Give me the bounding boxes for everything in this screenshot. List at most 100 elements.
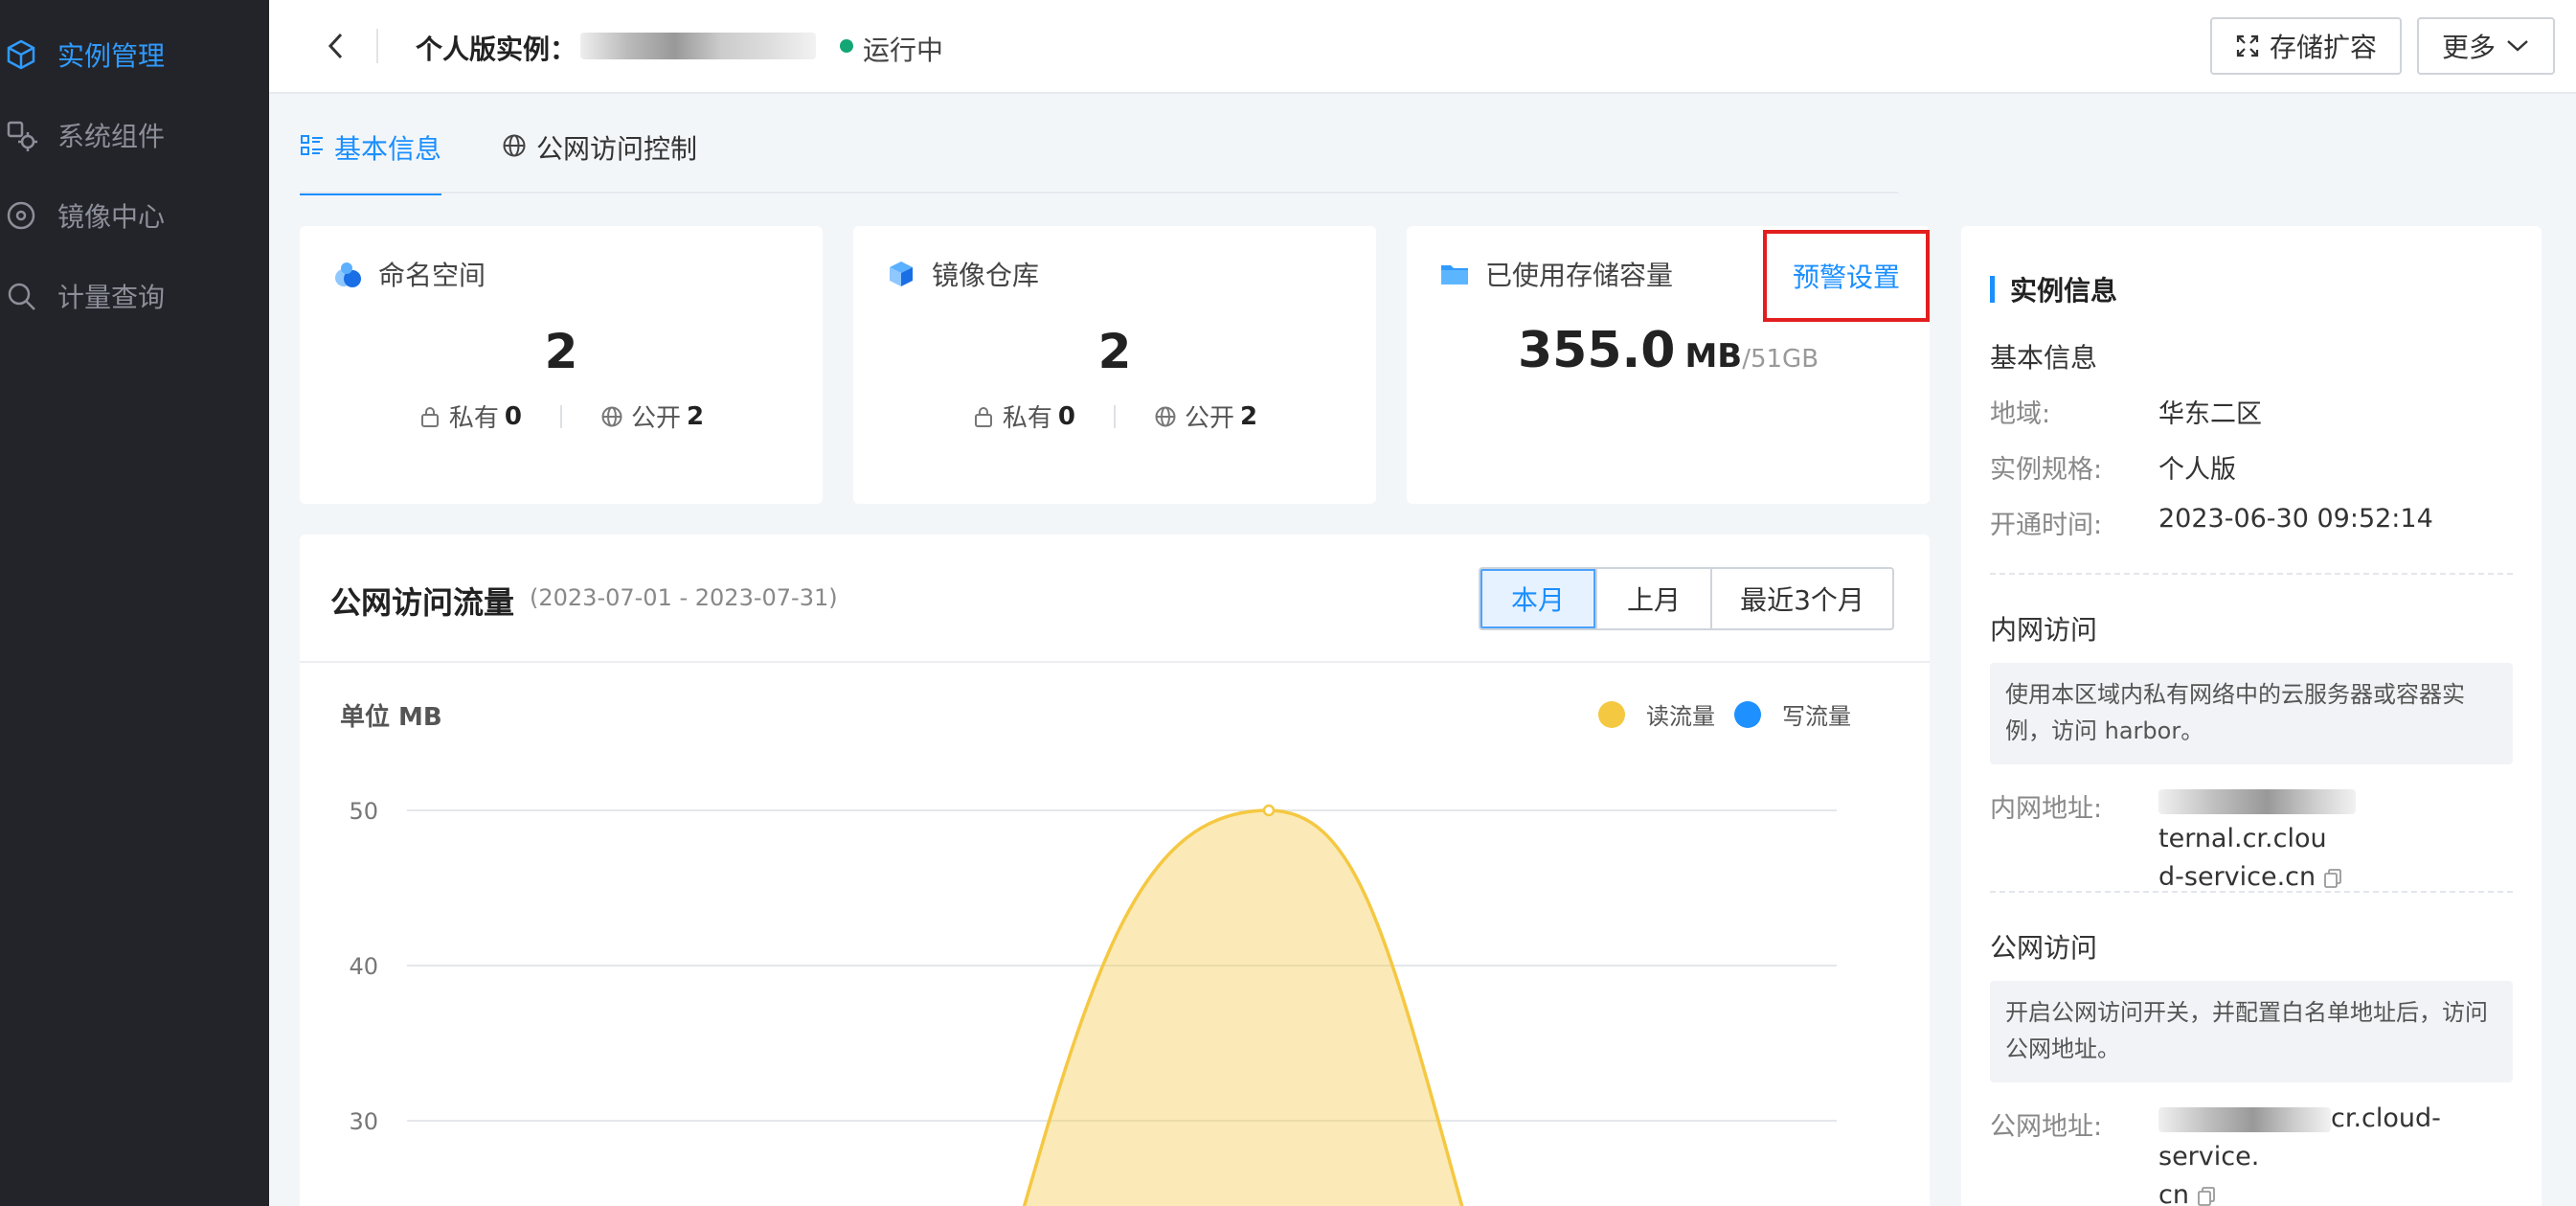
storage-total: /51GB	[1742, 345, 1819, 374]
repository-card-title: 镜像仓库	[886, 255, 1039, 293]
public-title: 公网访问	[1990, 932, 2098, 964]
private-count: 0	[1057, 401, 1075, 431]
storage-expand-label: 存储扩容	[2269, 32, 2377, 63]
image-disc-icon	[4, 198, 38, 233]
info-title: 实例信息	[1990, 270, 2117, 308]
repository-count: 2	[1097, 324, 1132, 379]
namespace-card: 命名空间 2 私有 0 公开 2	[300, 226, 823, 504]
public-address-part2: cn	[2158, 1180, 2189, 1206]
storage-expand-button[interactable]: 存储扩容	[2210, 17, 2402, 75]
page-header: 个人版实例： 运行中 存储扩容 更多	[269, 0, 2576, 94]
traffic-chart: 30 40 50	[349, 798, 1837, 1206]
public-note: 开启公网访问开关，并配置白名单地址后，访问公网地址。	[1990, 981, 2513, 1082]
instance-id-redacted	[580, 33, 816, 59]
more-button[interactable]: 更多	[2417, 17, 2555, 75]
back-button[interactable]	[317, 27, 355, 65]
more-label: 更多	[2441, 32, 2496, 63]
public-label: 公开	[631, 404, 682, 433]
region-label: 地域:	[1990, 399, 2051, 429]
intranet-address-part2: d-service.cn	[2158, 862, 2316, 892]
sidebar-item-instance[interactable]: 实例管理	[0, 14, 269, 95]
public-count: 2	[1240, 401, 1258, 431]
list-icon	[301, 135, 323, 155]
public-label: 公开	[1185, 404, 1235, 433]
chart-unit-label: 单位 MB	[340, 703, 442, 732]
panel-divider	[300, 661, 1930, 663]
namespace-breakdown: 私有 0 公开 2	[300, 398, 823, 434]
sidebar-item-label: 计量查询	[57, 282, 166, 313]
spec-label: 实例规格:	[1990, 455, 2103, 485]
page-title: 个人版实例：	[416, 34, 577, 65]
y-tick-label: 40	[349, 953, 378, 980]
expand-icon	[2236, 34, 2259, 57]
legend-write-label: 写流量	[1782, 703, 1851, 730]
redacted-text	[2158, 1106, 2331, 1132]
sidebar-item-image-center[interactable]: 镜像中心	[0, 175, 269, 256]
public-address: cr.cloud-service. cn	[2158, 1100, 2522, 1206]
instance-info-panel: 实例信息 基本信息 地域: 华东二区 实例规格: 个人版 开通时间: 2023-…	[1961, 226, 2542, 1206]
copy-icon[interactable]	[2197, 1186, 2216, 1206]
series-read-line	[1022, 808, 1464, 1206]
legend-write[interactable]: 写流量	[1734, 697, 1851, 731]
spec-value: 个人版	[2158, 455, 2236, 485]
sidebar-item-label: 系统组件	[57, 121, 166, 152]
region-value: 华东二区	[2158, 399, 2262, 429]
search-icon	[4, 279, 38, 313]
tab-basic-info[interactable]: 基本信息	[300, 128, 441, 195]
redacted-text	[2158, 788, 2356, 814]
period-last-month[interactable]: 上月	[1595, 569, 1710, 628]
status-badge: 运行中	[863, 34, 944, 66]
intranet-addr-label: 内网地址:	[1990, 794, 2103, 824]
folder-icon	[1441, 265, 1468, 284]
intranet-address: ternal.cr.clou d-service.cn	[2158, 782, 2522, 897]
period-last-3-months[interactable]: 最近3个月	[1710, 569, 1892, 628]
sidebar-item-metering[interactable]: 计量查询	[0, 256, 269, 336]
sidebar-item-label: 实例管理	[57, 40, 166, 72]
header-divider	[376, 29, 378, 63]
globe-icon	[503, 134, 526, 157]
legend-read[interactable]: 读流量	[1598, 697, 1715, 731]
storage-unit: MB	[1684, 337, 1743, 375]
globe-icon	[1155, 406, 1176, 426]
section-divider	[1990, 891, 2513, 893]
public-addr-label: 公网地址:	[1990, 1112, 2103, 1142]
alarm-settings-link[interactable]: 预警设置	[1763, 230, 1930, 322]
period-selector: 本月 上月 最近3个月	[1479, 567, 1894, 630]
title-accent-bar	[1990, 276, 1995, 303]
globe-icon	[601, 406, 622, 426]
chevron-down-icon	[2507, 40, 2528, 52]
namespace-icon	[335, 262, 361, 287]
sidebar-item-label: 镜像中心	[57, 201, 166, 233]
period-this-month[interactable]: 本月	[1480, 569, 1595, 628]
tab-public-access[interactable]: 公网访问控制	[502, 128, 712, 195]
copy-icon[interactable]	[2323, 868, 2342, 889]
repository-breakdown: 私有 0 公开 2	[853, 398, 1376, 434]
repository-card: 镜像仓库 2 私有 0 公开 2	[853, 226, 1376, 504]
tab-divider	[300, 192, 1898, 193]
separator	[1114, 404, 1116, 428]
namespace-count: 2	[544, 324, 578, 379]
status-dot	[840, 39, 853, 53]
card-title-text: 已使用存储容量	[1485, 260, 1674, 291]
storage-usage: 355.0 MB/51GB	[1407, 322, 1930, 379]
sidebar: 实例管理 系统组件 镜像中心 计量查询	[0, 0, 269, 1206]
public-count: 2	[687, 401, 705, 431]
sidebar-item-components[interactable]: 系统组件	[0, 95, 269, 175]
section-divider	[1990, 573, 2513, 575]
lock-icon	[974, 406, 992, 427]
series-read-peak-point[interactable]	[1262, 804, 1276, 817]
storage-card-title: 已使用存储容量	[1439, 255, 1673, 293]
intranet-note: 使用本区域内私有网络中的云服务器或容器实例，访问 harbor。	[1990, 663, 2513, 764]
private-label: 私有	[1002, 404, 1052, 433]
series-read-area	[1024, 810, 1462, 1206]
instance-cube-icon	[4, 37, 38, 72]
component-gear-icon	[4, 118, 38, 152]
private-count: 0	[504, 401, 522, 431]
info-title-text: 实例信息	[2010, 275, 2118, 307]
card-title-text: 镜像仓库	[932, 260, 1040, 291]
created-time-label: 开通时间:	[1990, 511, 2103, 540]
storage-card: 已使用存储容量 预警设置 355.0 MB/51GB	[1407, 226, 1930, 504]
cube-icon	[890, 262, 913, 286]
tab-label: 公网访问控制	[536, 133, 698, 165]
chevron-left-icon	[328, 33, 343, 59]
